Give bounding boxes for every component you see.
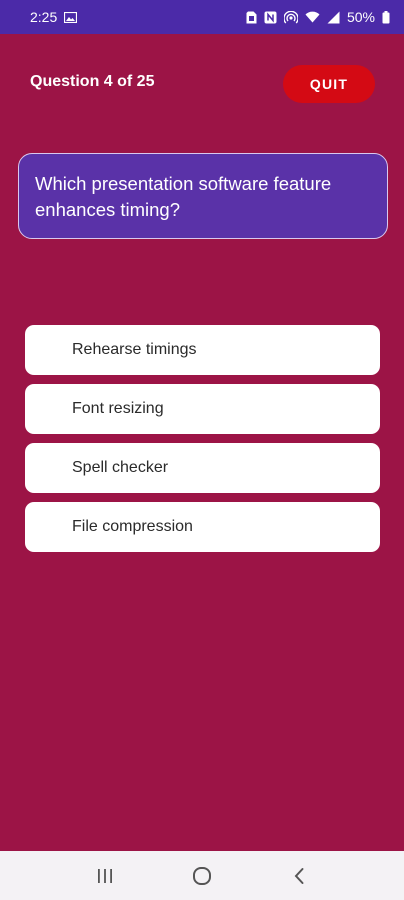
status-bar: 2:25 50% <box>0 0 404 34</box>
battery-percentage: 50% <box>346 9 375 25</box>
back-icon[interactable] <box>279 856 319 896</box>
image-icon <box>64 11 78 23</box>
answer-list: Rehearse timings Font resizing Spell che… <box>25 325 380 552</box>
sim-icon <box>246 11 257 24</box>
recents-icon[interactable] <box>85 856 125 896</box>
answer-option-3[interactable]: Spell checker <box>25 443 380 493</box>
signal-icon <box>327 11 340 24</box>
question-text: Which presentation software feature enha… <box>35 173 332 220</box>
question-counter: Question 4 of 25 <box>30 73 155 90</box>
navigation-bar <box>0 851 404 900</box>
status-right: 50% <box>246 9 390 25</box>
answer-option-2[interactable]: Font resizing <box>25 384 380 434</box>
home-icon[interactable] <box>182 856 222 896</box>
quit-button[interactable]: QUIT <box>283 65 375 103</box>
status-time: 2:25 <box>30 9 58 25</box>
wifi-icon <box>305 11 320 23</box>
nfc-icon <box>264 11 277 24</box>
status-left: 2:25 <box>30 9 78 25</box>
answer-option-4[interactable]: File compression <box>25 502 380 552</box>
question-card: Which presentation software feature enha… <box>18 153 388 239</box>
hotspot-icon <box>283 10 298 24</box>
battery-icon <box>382 10 390 24</box>
answer-option-1[interactable]: Rehearse timings <box>25 325 380 375</box>
